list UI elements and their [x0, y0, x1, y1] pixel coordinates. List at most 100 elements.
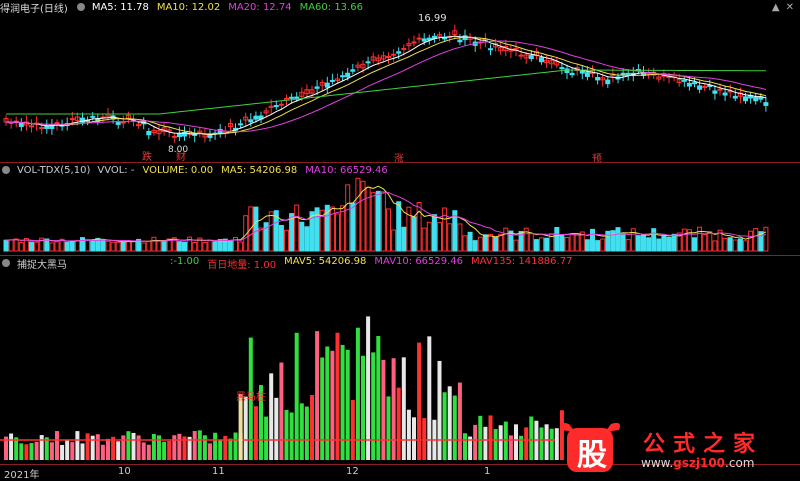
candle-body — [120, 121, 126, 124]
indicator-bar — [151, 433, 156, 460]
indicator-bar — [340, 344, 345, 460]
volume-bar — [380, 191, 386, 252]
close-icon[interactable]: ✕ — [786, 2, 794, 13]
indicator-value-4: MAV135: 141886.77 — [471, 255, 573, 267]
candlestick-chart[interactable] — [0, 14, 800, 162]
candle-body — [391, 53, 397, 56]
volume-bar — [590, 228, 595, 252]
volume-bar — [544, 237, 550, 252]
pane-settings-icon[interactable] — [2, 259, 10, 267]
volume-bar — [671, 233, 677, 252]
indicator-bar — [126, 431, 131, 460]
candle-body — [595, 77, 601, 81]
window-controls: ▲ ✕ — [772, 2, 794, 13]
indicator-bar — [386, 396, 391, 460]
volume-bar — [559, 234, 565, 252]
candle-body — [722, 92, 728, 96]
volume-bar — [141, 242, 147, 252]
indicator-bar — [55, 431, 59, 460]
candle-body — [289, 96, 295, 99]
volume-pane-header: VOL-TDX(5,10) VVOL: - VOLUME: 0.00 MA5: 54… — [0, 163, 388, 177]
stock-title: 得润电子(日线) — [0, 3, 68, 15]
volume-bar — [707, 231, 713, 252]
low-price-label: 8.00 — [168, 145, 189, 155]
candle-body — [681, 79, 687, 82]
indicator-bar — [381, 359, 386, 460]
indicator-bar — [197, 430, 202, 460]
main-indicator-3: MA60: 13.66 — [299, 1, 363, 13]
volume-bar — [100, 240, 106, 252]
indicator-bar — [330, 350, 335, 460]
volume-bar — [411, 216, 417, 252]
date-label: 11 — [212, 466, 225, 477]
volume-bar — [146, 241, 152, 252]
indicator-bar — [463, 433, 467, 460]
volume-bar — [554, 226, 560, 252]
candle-body — [646, 72, 652, 75]
volume-bar — [278, 224, 284, 252]
indicator-bar — [177, 433, 182, 460]
indicator-bar — [544, 424, 549, 460]
candle-body — [488, 48, 493, 51]
volume-bar — [569, 233, 575, 252]
ma60-line — [6, 69, 766, 115]
volume-bar — [161, 240, 167, 252]
volume-bar — [85, 239, 91, 252]
candle-body — [340, 75, 346, 78]
up-arrow-icon[interactable]: ▲ — [772, 2, 780, 13]
logo-url: www.gszj100.com — [641, 456, 755, 470]
ma10-line — [5, 36, 767, 135]
volume-bar — [3, 239, 9, 252]
indicator-bar — [366, 316, 371, 460]
candle-body — [345, 72, 351, 78]
candle-body — [90, 115, 96, 118]
indicator-bar — [116, 441, 121, 460]
volume-bar — [386, 208, 391, 252]
indicator-bar — [310, 394, 314, 460]
main-indicator-0: MA5: 11.78 — [91, 1, 149, 13]
volume-bar — [763, 226, 769, 252]
volume-bar — [69, 240, 75, 252]
indicator-bar — [213, 432, 218, 460]
volume-bar — [182, 241, 187, 252]
candle-body — [278, 103, 284, 106]
volume-bar — [350, 202, 356, 252]
event-marker-fall[interactable]: 跌 — [142, 148, 152, 163]
pane-settings-icon[interactable] — [2, 166, 10, 174]
volume-bar — [620, 234, 626, 252]
volume-bar — [743, 240, 748, 252]
volume-bar — [753, 228, 759, 252]
volume-chart[interactable] — [0, 177, 800, 253]
indicator-bar — [141, 442, 146, 460]
volume-bar — [666, 236, 672, 252]
volume-bar — [533, 239, 539, 252]
volume-bar — [64, 241, 70, 252]
volume-bar — [702, 234, 708, 252]
main-indicator-1: MA10: 12.02 — [156, 1, 221, 13]
indicator-bar — [29, 443, 34, 460]
volume-bar — [421, 227, 427, 252]
indicator-bar — [457, 382, 462, 460]
volume-bar — [431, 214, 437, 252]
indicator-bar — [488, 415, 493, 460]
indicator-bar — [294, 332, 299, 460]
indicator-bar — [335, 332, 340, 460]
candle-body — [702, 86, 708, 89]
candle-body — [294, 96, 300, 99]
volume-bar — [284, 229, 289, 252]
indicator-bar — [228, 438, 233, 460]
main-indicators: MA5: 11.78 MA10: 12.02 MA20: 12.74 MA60: 13… — [92, 2, 363, 13]
indicator-bar — [529, 416, 534, 460]
volume-bar — [646, 237, 652, 252]
indicator-bar — [269, 373, 274, 460]
candle-body — [248, 119, 254, 123]
indicator-bar — [524, 427, 529, 460]
indicator-bar — [85, 433, 90, 460]
volume-bar — [375, 190, 381, 252]
indicator-bar — [391, 358, 396, 460]
pane-settings-icon[interactable] — [76, 3, 85, 11]
candle-body — [411, 41, 417, 44]
indicator-bar — [70, 442, 75, 460]
indicator-bar — [157, 435, 161, 460]
volume-bar — [584, 239, 590, 252]
